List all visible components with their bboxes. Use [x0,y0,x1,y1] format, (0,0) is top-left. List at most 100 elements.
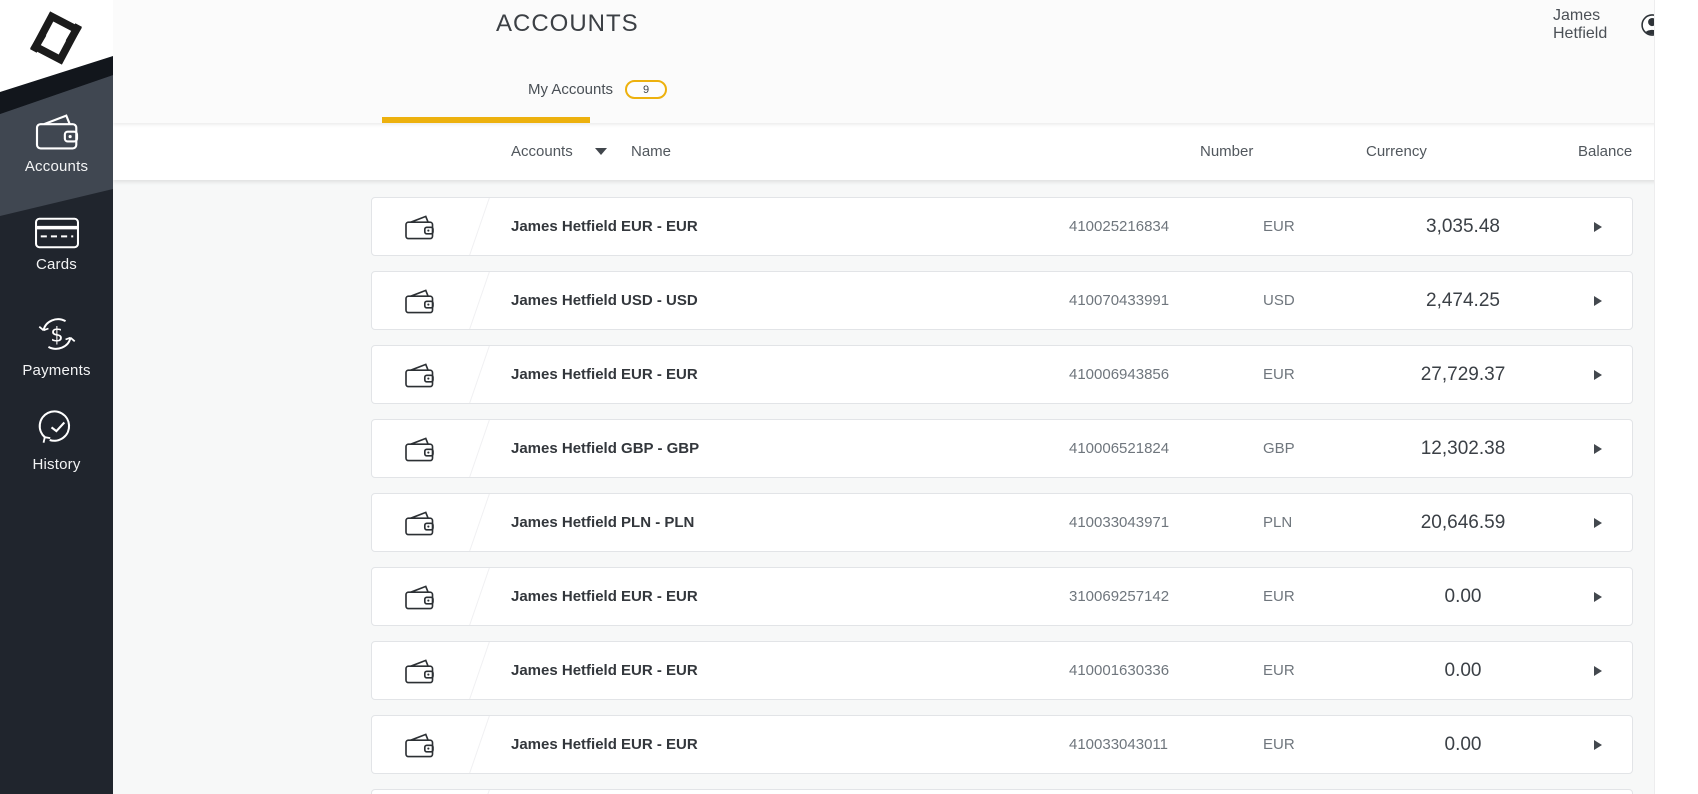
wallet-icon [404,362,435,394]
row-diagonal-divider [456,198,490,255]
table-row[interactable]: James Hetfield EUR - EUR 410025216834 EU… [371,197,1633,256]
account-balance: 2,474.25 [1426,289,1500,311]
wallet-icon [35,114,78,150]
account-number: 410033043011 [1069,736,1168,753]
column-header-balance: Balance [1578,143,1633,160]
wallet-icon [404,584,435,616]
account-currency: GBP [1263,440,1295,457]
tab-my-accounts[interactable]: My Accounts 9 [528,80,668,99]
sidebar-item-label: Payments [22,362,91,379]
chevron-right-icon [1594,222,1602,232]
wallet-icon [404,436,435,468]
card-icon [34,217,79,249]
account-balance: 12,302.38 [1420,437,1506,459]
account-number: 410070433991 [1069,292,1170,309]
column-header-name: Name [631,143,672,160]
account-balance: 27,729.37 [1420,363,1506,385]
account-balance: 0.00 [1444,733,1482,755]
account-number: 410006943856 [1069,366,1170,383]
account-balance: 3,035.48 [1426,215,1500,237]
wallet-icon [404,732,435,764]
sidebar-item-payments[interactable]: $ Payments [0,312,113,380]
sidebar: Accounts Cards $ Payments History [0,0,113,794]
payments-icon: $ [38,318,75,350]
tab-label: My Accounts [528,81,614,98]
row-diagonal-divider [456,568,490,625]
sidebar-item-accounts[interactable]: Accounts [0,112,113,176]
account-number: 410025216834 [1069,218,1170,235]
account-balance: 0.00 [1444,585,1482,607]
account-currency: USD [1263,292,1295,309]
account-currency: EUR [1263,218,1295,235]
row-diagonal-divider [456,716,490,773]
sidebar-item-cards[interactable]: Cards [0,216,113,274]
row-diagonal-divider [456,790,490,794]
wallet-icon [404,510,435,542]
table-row[interactable]: James Hetfield EUR - EUR 410001630336 EU… [371,641,1633,700]
tab-count-badge: 9 [625,80,668,99]
table-row[interactable]: James Hetfield GBP - GBP 410006521824 GB… [371,419,1633,478]
page-header: ACCOUNTS James Hetfield My Accounts 9 [113,0,1698,123]
user-name: James Hetfield [1553,7,1608,42]
accounts-filter-label: Accounts [511,143,573,160]
account-name: James Hetfield USD - USD [511,292,698,309]
chevron-down-icon [594,148,607,155]
account-balance: 0.00 [1444,659,1482,681]
wallet-icon [404,288,435,320]
account-currency: PLN [1263,514,1293,531]
chevron-right-icon [1594,592,1602,602]
row-diagonal-divider [456,272,490,329]
account-number: 310069257142 [1069,588,1170,605]
chevron-right-icon [1594,666,1602,676]
accounts-filter-dropdown[interactable]: Accounts [511,123,607,180]
row-diagonal-divider [456,420,490,477]
accounts-list: James Hetfield EUR - EUR 410025216834 EU… [113,180,1698,794]
history-icon [38,410,70,443]
row-diagonal-divider [456,346,490,403]
table-row-partial[interactable] [371,789,1633,794]
account-currency: EUR [1263,736,1295,753]
row-diagonal-divider [456,494,490,551]
app-root: James Hetfield EUR - EUR 410025216834 EU… [0,0,1698,794]
wallet-icon [404,214,435,246]
account-currency: EUR [1263,662,1295,679]
account-balance: 20,646.59 [1420,511,1506,533]
table-row[interactable]: James Hetfield EUR - EUR 410006943856 EU… [371,345,1633,404]
row-diagonal-divider [456,642,490,699]
column-header-currency: Currency [1366,143,1427,160]
table-header: Accounts Name Number Currency Balance [113,123,1698,180]
sidebar-item-label: Cards [35,256,77,273]
brand-logo-icon [30,11,82,65]
account-name: James Hetfield EUR - EUR [511,366,698,383]
table-row[interactable]: James Hetfield USD - USD 410070433991 US… [371,271,1633,330]
account-currency: EUR [1263,588,1295,605]
table-row[interactable]: James Hetfield EUR - EUR 410033043011 EU… [371,715,1633,774]
sidebar-item-label: Accounts [24,158,89,175]
table-row[interactable]: James Hetfield EUR - EUR 310069257142 EU… [371,567,1633,626]
wallet-icon [404,658,435,690]
chevron-right-icon [1594,444,1602,454]
chevron-right-icon [1594,370,1602,380]
account-name: James Hetfield PLN - PLN [511,514,695,531]
chevron-right-icon [1594,296,1602,306]
account-name: James Hetfield EUR - EUR [511,662,698,679]
scrollbar-track[interactable] [1654,0,1698,794]
chevron-right-icon [1594,740,1602,750]
account-number: 410006521824 [1069,440,1170,457]
account-name: James Hetfield GBP - GBP [511,440,700,457]
chevron-right-icon [1594,518,1602,528]
column-header-number: Number [1200,143,1254,160]
page-title: ACCOUNTS [496,10,639,37]
account-balance [1383,790,1543,794]
sidebar-item-history[interactable]: History [0,406,113,474]
active-tab-indicator [382,117,590,123]
account-name: James Hetfield EUR - EUR [511,218,698,235]
table-row[interactable]: James Hetfield PLN - PLN 410033043971 PL… [371,493,1633,552]
account-name: James Hetfield EUR - EUR [511,588,698,605]
account-currency: EUR [1263,366,1295,383]
sidebar-item-label: History [32,456,81,473]
account-number: 410001630336 [1069,662,1170,679]
account-number: 410033043971 [1069,514,1170,531]
account-name: James Hetfield EUR - EUR [511,736,698,753]
svg-text:$: $ [50,322,63,346]
